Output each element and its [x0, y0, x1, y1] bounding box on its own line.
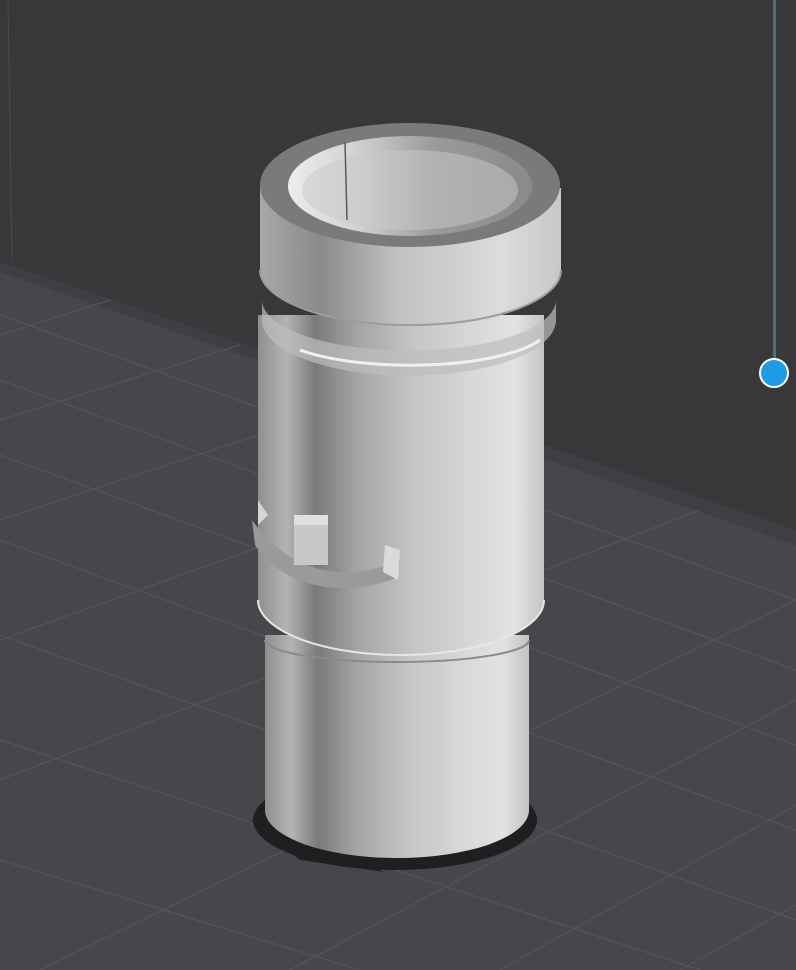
lower-section — [265, 635, 529, 858]
top-ring-inner-shade — [302, 150, 518, 230]
layer-slider-track[interactable] — [773, 0, 776, 372]
model-cylinder[interactable] — [252, 123, 562, 858]
scene-canvas[interactable] — [0, 0, 796, 970]
layer-slider-handle[interactable] — [759, 358, 789, 388]
3d-viewport[interactable] — [0, 0, 796, 970]
